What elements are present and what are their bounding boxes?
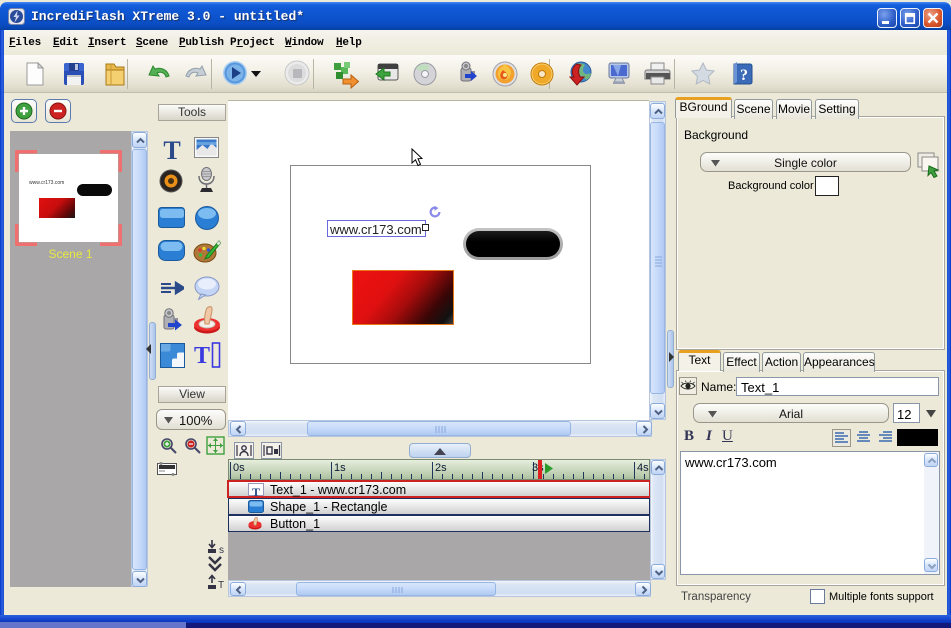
- svg-text:0s: 0s: [233, 462, 245, 474]
- svg-text:T: T: [163, 138, 180, 162]
- svg-text:?: ?: [740, 67, 748, 84]
- svg-text:4s: 4s: [637, 462, 649, 474]
- svg-text:T: T: [252, 486, 260, 497]
- svg-text:T: T: [194, 343, 210, 369]
- svg-text:2s: 2s: [435, 462, 447, 474]
- svg-text:s: s: [219, 545, 224, 555]
- svg-text:T: T: [218, 580, 224, 590]
- svg-text:1s: 1s: [334, 462, 346, 474]
